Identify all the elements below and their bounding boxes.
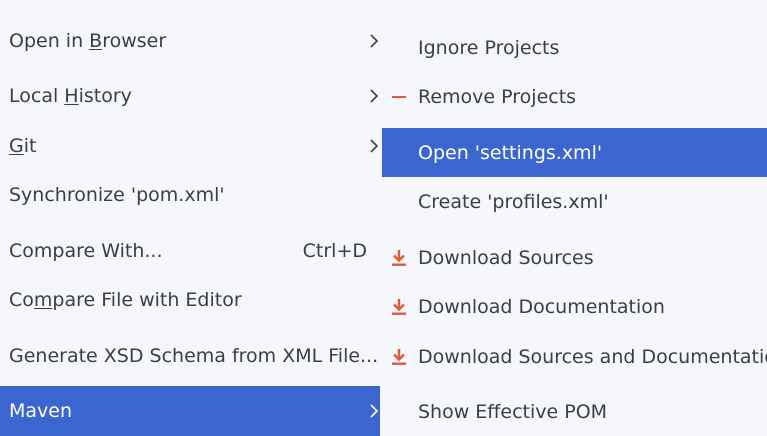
menu-item-label: Open in Browser bbox=[9, 30, 167, 52]
menu-item-label: Generate XSD Schema from XML File... bbox=[9, 345, 379, 367]
menu-item-compare-with[interactable]: Compare With... Ctrl+D bbox=[0, 232, 380, 270]
menu-item-label: Download Documentation bbox=[418, 296, 665, 318]
shortcut-label: Ctrl+D bbox=[302, 240, 367, 262]
menu-item-label: Local History bbox=[9, 85, 132, 107]
context-menu: Open in Browser Local History Git Synchr… bbox=[0, 0, 380, 436]
menu-item-label: Compare With... bbox=[9, 240, 163, 262]
menu-item-download-sources-and-documentation[interactable]: Download Sources and Documentation bbox=[382, 338, 767, 376]
menu-item-label: Download Sources and Documentation bbox=[418, 346, 767, 368]
menu-item-remove-projects[interactable]: Remove Projects bbox=[382, 78, 767, 116]
menu-item-maven[interactable]: Maven bbox=[0, 386, 380, 436]
menu-item-label: Maven bbox=[9, 400, 73, 422]
menu-item-synchronize[interactable]: Synchronize 'pom.xml' bbox=[0, 176, 380, 214]
menu-item-generate-xsd-schema[interactable]: Generate XSD Schema from XML File... bbox=[0, 337, 380, 375]
chevron-right-icon bbox=[368, 136, 380, 156]
menu-item-ignore-projects[interactable]: Ignore Projects bbox=[382, 29, 767, 67]
menu-item-label: Ignore Projects bbox=[418, 37, 560, 59]
menu-item-open-in-browser[interactable]: Open in Browser bbox=[0, 22, 380, 60]
menu-item-show-effective-pom[interactable]: Show Effective POM bbox=[382, 393, 767, 431]
menu-item-label: Synchronize 'pom.xml' bbox=[9, 184, 225, 206]
menu-item-download-documentation[interactable]: Download Documentation bbox=[382, 288, 767, 326]
menu-item-git[interactable]: Git bbox=[0, 127, 380, 165]
download-icon bbox=[390, 248, 408, 268]
download-icon bbox=[390, 297, 408, 317]
chevron-right-icon bbox=[368, 401, 380, 421]
menu-item-label: Download Sources bbox=[418, 247, 594, 269]
download-icon bbox=[390, 347, 408, 367]
menu-item-label: Open 'settings.xml' bbox=[418, 141, 603, 164]
menu-item-label: Git bbox=[9, 135, 37, 157]
minus-icon bbox=[390, 87, 408, 107]
menu-item-label: Show Effective POM bbox=[418, 401, 608, 423]
cut-off-item-top bbox=[396, 0, 416, 12]
maven-submenu: Ignore Projects Remove Projects Open 'se… bbox=[382, 0, 767, 436]
menu-item-create-profiles-xml[interactable]: Create 'profiles.xml' bbox=[382, 183, 767, 221]
cut-off-item-top bbox=[0, 0, 20, 12]
chevron-right-icon bbox=[368, 86, 380, 106]
menu-item-local-history[interactable]: Local History bbox=[0, 77, 380, 115]
menu-item-label: Remove Projects bbox=[418, 86, 577, 108]
menu-item-compare-file-with-editor[interactable]: Compare File with Editor bbox=[0, 281, 380, 319]
menu-item-label: Create 'profiles.xml' bbox=[418, 191, 609, 213]
menu-item-open-settings-xml[interactable]: Open 'settings.xml' bbox=[382, 128, 767, 177]
menu-item-label: Compare File with Editor bbox=[9, 289, 242, 311]
chevron-right-icon bbox=[368, 31, 380, 51]
menu-item-download-sources[interactable]: Download Sources bbox=[382, 239, 767, 277]
